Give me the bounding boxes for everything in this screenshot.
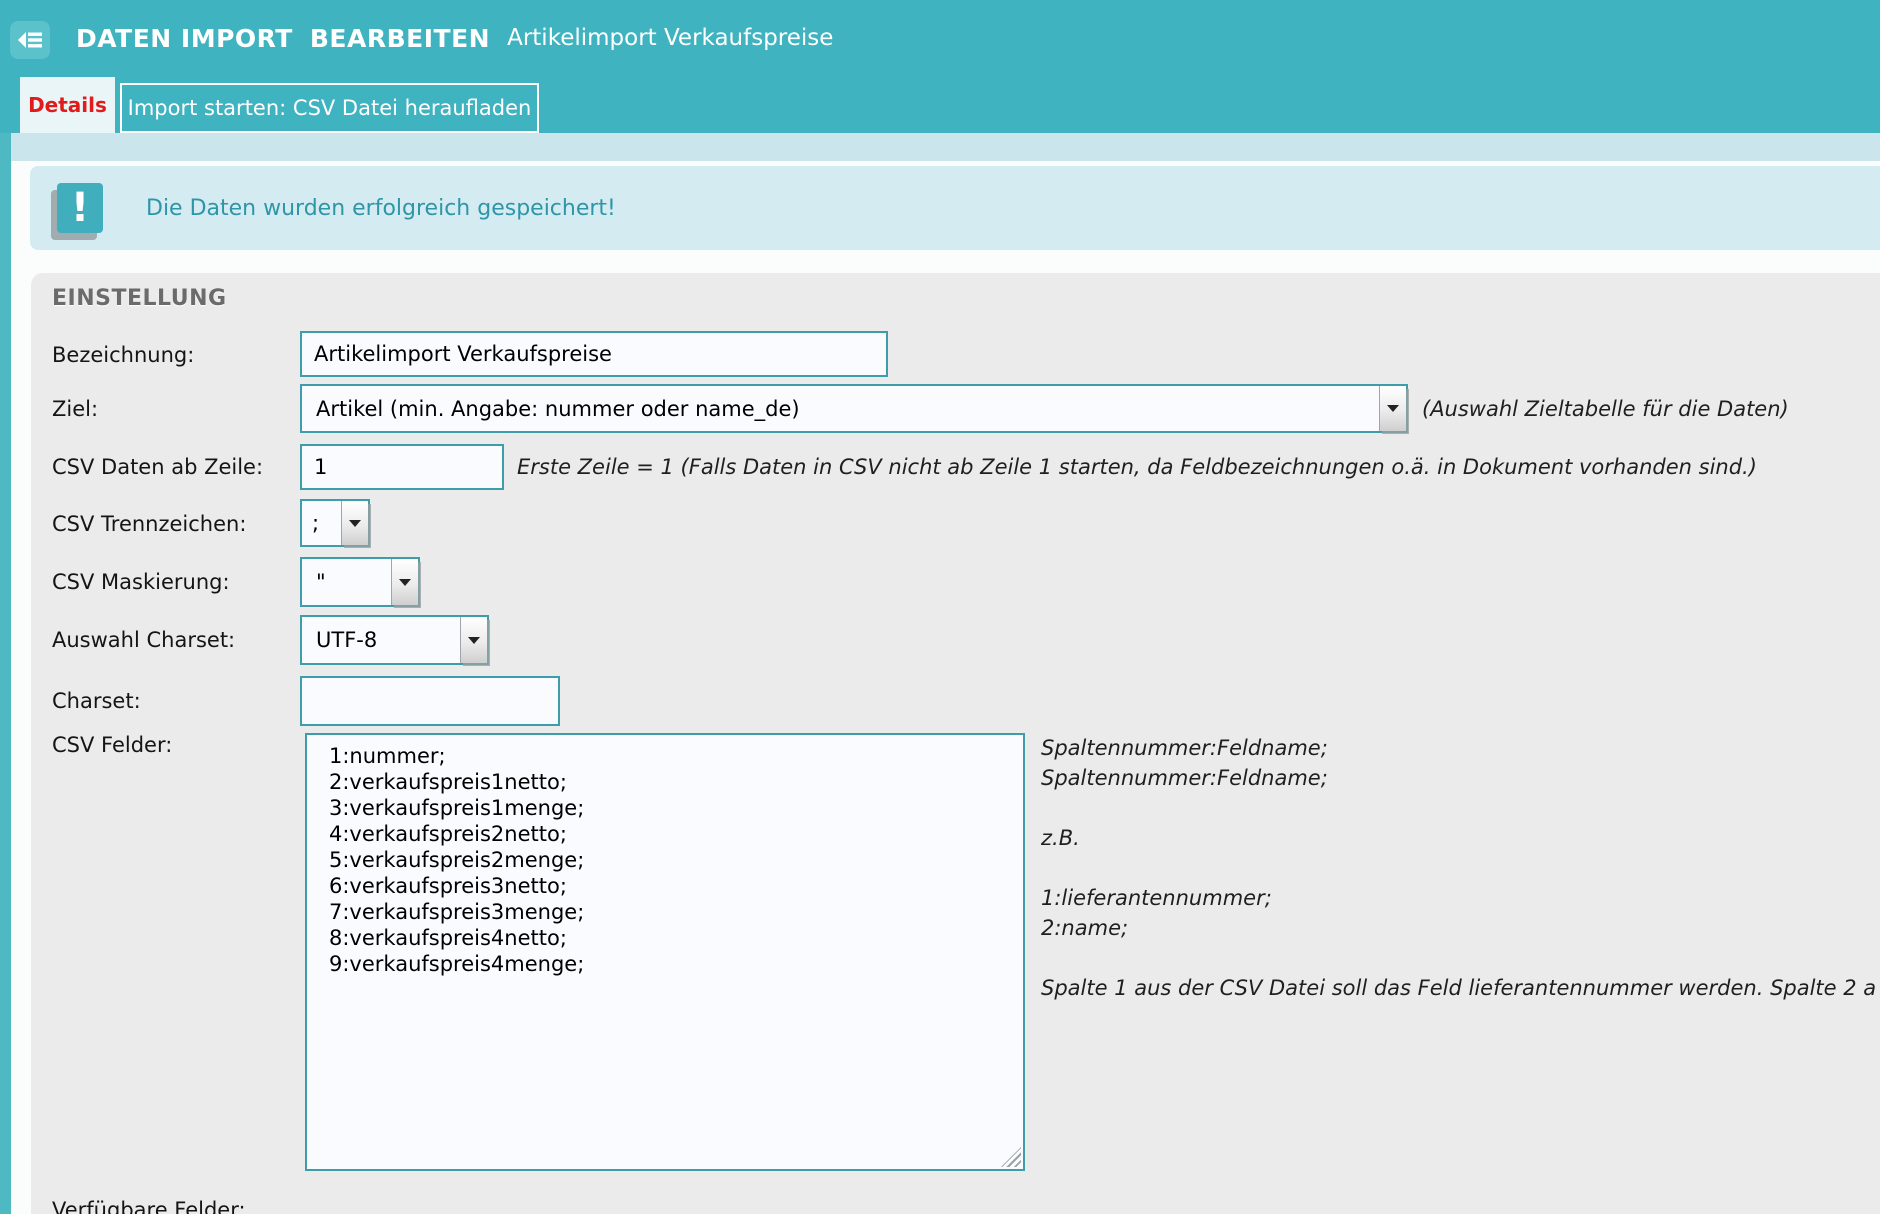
breadcrumb: DATEN IMPORT BEARBEITEN Artikelimport Ve… bbox=[76, 0, 833, 76]
hint-line bbox=[1041, 853, 1880, 883]
success-message-box: ! Die Daten wurden erfolgreich gespeiche… bbox=[30, 166, 1880, 250]
csv-fields-hint: Spaltennummer:Feldname; Spaltennummer:Fe… bbox=[1041, 733, 1880, 1003]
delimiter-select[interactable]: ; bbox=[300, 499, 370, 547]
back-to-list-button[interactable] bbox=[10, 21, 50, 59]
charset-label: Charset: bbox=[52, 686, 141, 716]
charset-preset-select-value: UTF-8 bbox=[302, 617, 459, 663]
hint-line: 1:lieferantennummer; bbox=[1041, 883, 1880, 913]
hint-line: z.B. bbox=[1041, 823, 1880, 853]
hint-line: Spaltennummer:Feldname; bbox=[1041, 763, 1880, 793]
hint-line: Spaltennummer:Feldname; bbox=[1041, 733, 1880, 763]
exclamation-icon: ! bbox=[57, 183, 103, 233]
csv-fields-textarea[interactable]: 1:nummer; 2:verkaufspreis1netto; 3:verka… bbox=[305, 733, 1025, 1171]
charset-preset-label: Auswahl Charset: bbox=[52, 625, 235, 655]
charset-input[interactable] bbox=[300, 676, 560, 726]
ziel-hint: (Auswahl Zieltabelle für die Daten) bbox=[1422, 394, 1789, 424]
header-bar: DATEN IMPORT BEARBEITEN Artikelimport Ve… bbox=[0, 0, 1880, 133]
data-import-edit-page: DATEN IMPORT BEARBEITEN Artikelimport Ve… bbox=[0, 0, 1880, 1214]
hint-line bbox=[1041, 943, 1880, 973]
chevron-down-icon[interactable] bbox=[341, 501, 368, 545]
masking-label: CSV Maskierung: bbox=[52, 567, 230, 597]
left-border-rail bbox=[0, 133, 11, 1214]
chevron-down-icon[interactable] bbox=[1379, 386, 1406, 431]
back-to-list-icon bbox=[17, 28, 43, 52]
page-title-action: BEARBEITEN bbox=[310, 24, 490, 53]
page-title-module: DATEN IMPORT bbox=[76, 24, 293, 53]
hint-line bbox=[1041, 793, 1880, 823]
delimiter-select-value: ; bbox=[302, 501, 340, 545]
chevron-down-icon[interactable] bbox=[460, 617, 487, 663]
section-title: EINSTELLUNG bbox=[52, 286, 227, 311]
csv-start-row-hint: Erste Zeile = 1 (Falls Daten in CSV nich… bbox=[517, 452, 1757, 482]
csv-start-row-label: CSV Daten ab Zeile: bbox=[52, 452, 263, 482]
masking-select[interactable]: " bbox=[300, 557, 420, 607]
page-title-record: Artikelimport Verkaufspreise bbox=[507, 25, 833, 51]
chevron-down-icon[interactable] bbox=[391, 559, 418, 605]
tab-import-start-csv-upload[interactable]: Import starten: CSV Datei heraufladen bbox=[120, 83, 539, 133]
charset-preset-select[interactable]: UTF-8 bbox=[300, 615, 489, 665]
available-fields-label: Verfügbare Felder: bbox=[52, 1198, 246, 1214]
ziel-select[interactable]: Artikel (min. Angabe: nummer oder name_d… bbox=[300, 384, 1408, 433]
bezeichnung-input[interactable] bbox=[300, 331, 888, 377]
csv-fields-label: CSV Felder: bbox=[52, 730, 172, 760]
hint-line: Spalte 1 aus der CSV Datei soll das Feld… bbox=[1041, 973, 1880, 1003]
csv-start-row-input[interactable] bbox=[300, 444, 504, 490]
hint-line: 2:name; bbox=[1041, 913, 1880, 943]
delimiter-label: CSV Trennzeichen: bbox=[52, 509, 246, 539]
bezeichnung-label: Bezeichnung: bbox=[52, 340, 194, 370]
success-message-text: Die Daten wurden erfolgreich gespeichert… bbox=[146, 166, 616, 250]
masking-select-value: " bbox=[302, 559, 390, 605]
ziel-label: Ziel: bbox=[52, 394, 98, 424]
ziel-select-value: Artikel (min. Angabe: nummer oder name_d… bbox=[302, 386, 1378, 431]
tab-details[interactable]: Details bbox=[20, 77, 115, 133]
tab-content-divider bbox=[11, 133, 1880, 161]
